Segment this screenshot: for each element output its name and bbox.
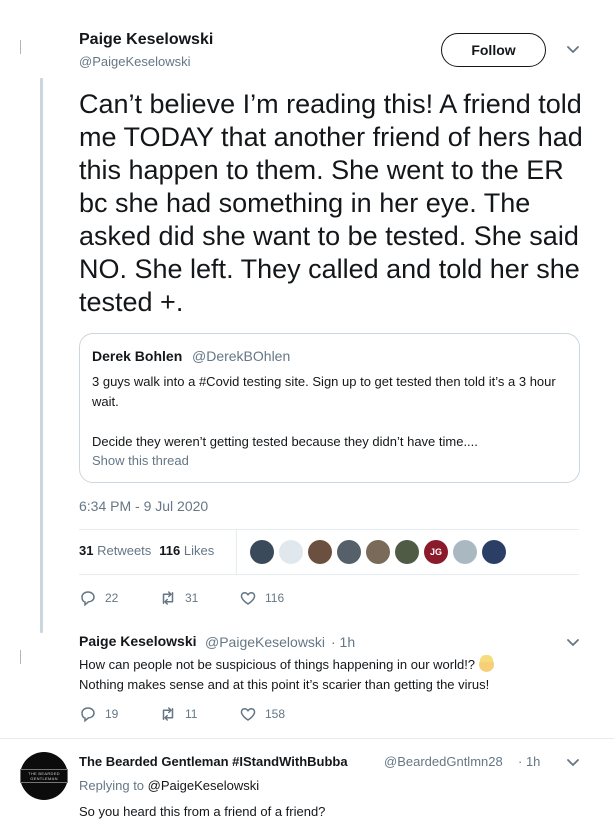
main-tweet-actions: 22 31 116 — [79, 589, 319, 607]
likes-stat[interactable]: 116 Likes — [159, 543, 214, 558]
reply-button[interactable]: 19 — [79, 705, 159, 723]
liker-avatar[interactable]: JG — [424, 540, 448, 564]
reply1-actions: 19 11 158 — [79, 705, 319, 723]
reply-count: 19 — [105, 707, 119, 721]
main-tweet-text: Can’t believe I’m reading this! A friend… — [79, 89, 583, 317]
avatar-logo-text: THE BEARDED GENTLEMAN — [20, 769, 68, 783]
likes-label: Likes — [183, 543, 215, 558]
divider — [79, 529, 579, 530]
liker-avatar[interactable] — [279, 540, 303, 564]
liker-avatar[interactable] — [453, 540, 477, 564]
heart-icon — [240, 707, 256, 721]
quote-author-name: Derek Bohlen — [92, 348, 183, 364]
reply2-time[interactable]: · 1h — [518, 754, 540, 769]
left-edge-mark — [20, 650, 21, 664]
retweet-count: 31 — [185, 591, 199, 605]
main-author-handle[interactable]: @PaigeKeselowski — [79, 54, 190, 69]
chevron-down-icon[interactable] — [565, 635, 581, 651]
left-edge-mark — [20, 40, 21, 54]
engagement-stats: 31 Retweets 116 Likes — [79, 543, 214, 558]
thread-connector-line — [40, 78, 43, 633]
liker-avatar[interactable] — [482, 540, 506, 564]
retweet-count: 11 — [185, 707, 198, 721]
quote-text-line: Decide they weren’t getting tested becau… — [92, 434, 478, 449]
reply1-text: How can people not be suspicious of thin… — [79, 655, 559, 695]
divider — [79, 574, 579, 575]
reply1-time[interactable]: · 1h — [331, 634, 355, 650]
liker-avatar[interactable] — [366, 540, 390, 564]
replying-to: Replying to @PaigeKeselowski — [79, 778, 259, 793]
replying-to-handle[interactable]: @PaigeKeselowski — [148, 778, 259, 793]
tweet-timestamp[interactable]: 6:34 PM - 9 Jul 2020 — [79, 498, 208, 514]
retweets-stat[interactable]: 31 Retweets — [79, 543, 151, 558]
likes-count: 116 — [159, 543, 181, 558]
reply-count: 22 — [105, 591, 119, 605]
liker-avatar[interactable] — [250, 540, 274, 564]
like-count: 158 — [265, 707, 286, 721]
woman-emoji-icon — [478, 655, 494, 672]
liker-avatar[interactable] — [395, 540, 419, 564]
reply1-line: Nothing makes sense and at this point it… — [79, 677, 490, 692]
liker-avatars: JG — [250, 540, 506, 564]
replying-to-prefix: Replying to — [79, 778, 145, 793]
reply2-text: So you heard this from a friend of a fri… — [79, 804, 326, 819]
liker-avatar[interactable] — [337, 540, 361, 564]
like-button[interactable]: 158 — [239, 705, 319, 723]
show-thread-link[interactable]: Show this thread — [92, 453, 189, 468]
chevron-down-icon[interactable] — [565, 755, 581, 771]
chevron-down-icon[interactable] — [565, 42, 581, 58]
reply-icon — [81, 591, 95, 607]
quoted-tweet-card[interactable]: Derek Bohlen @DerekBOhlen 3 guys walk in… — [79, 333, 580, 483]
liker-avatar[interactable] — [308, 540, 332, 564]
like-button[interactable]: 116 — [239, 589, 319, 607]
quote-text-line: 3 guys walk into a #Covid testing site. … — [92, 374, 556, 409]
reply-button[interactable]: 22 — [79, 589, 159, 607]
reply1-author-name[interactable]: Paige Keselowski — [79, 633, 197, 649]
avatar[interactable]: THE BEARDED GENTLEMAN — [20, 752, 68, 800]
reply2-author-name[interactable]: The Bearded Gentleman #IStandWithBubba — [79, 754, 348, 769]
retweet-icon — [162, 707, 174, 721]
divider — [0, 738, 614, 739]
retweet-icon — [162, 591, 174, 605]
reply1-author-handle[interactable]: @PaigeKeselowski — [205, 634, 325, 650]
stats-separator — [236, 530, 237, 574]
like-count: 116 — [265, 591, 285, 605]
quote-blank-line — [92, 412, 572, 432]
quote-text: 3 guys walk into a #Covid testing site. … — [92, 372, 572, 452]
reply1-line-text: How can people not be suspicious of thin… — [79, 657, 476, 672]
retweet-button[interactable]: 11 — [159, 705, 239, 723]
retweets-label: Retweets — [97, 543, 152, 558]
reply1-line: How can people not be suspicious of thin… — [79, 655, 559, 675]
retweets-count: 31 — [79, 543, 94, 558]
retweet-button[interactable]: 31 — [159, 589, 239, 607]
main-author-name[interactable]: Paige Keselowski — [79, 31, 213, 49]
heart-icon — [240, 591, 256, 605]
reply2-author-handle[interactable]: @BeardedGntlmn28 — [384, 754, 503, 769]
reply-icon — [81, 707, 95, 723]
quote-author-handle: @DerekBOhlen — [192, 348, 291, 364]
follow-button[interactable]: Follow — [441, 33, 546, 67]
